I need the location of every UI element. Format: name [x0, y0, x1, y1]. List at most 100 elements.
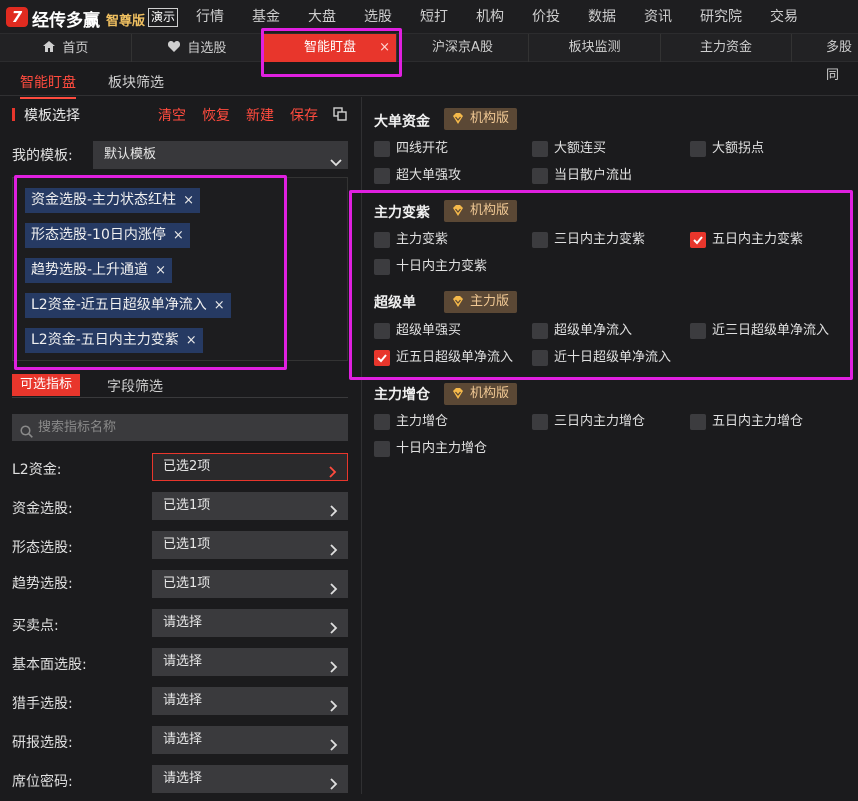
edition-label: 智尊版: [106, 14, 146, 29]
checkbox-item[interactable]: 超级单净流入: [532, 322, 632, 340]
filter-select-value: 已选1项: [163, 537, 211, 552]
menu-item-stock-picking[interactable]: 选股: [350, 0, 406, 34]
checkbox-box[interactable]: [532, 323, 548, 339]
menu-item-market[interactable]: 大盘: [294, 0, 350, 34]
checkbox-label: 十日内主力增仓: [396, 441, 488, 456]
filter-label-pattern-pick: 形态选股:: [12, 540, 73, 556]
remove-icon[interactable]: ×: [186, 333, 197, 348]
checkbox-box[interactable]: [374, 350, 390, 366]
filter-select-seat-code[interactable]: 请选择: [152, 765, 348, 793]
tab-main-funds[interactable]: 主力资金: [661, 34, 792, 62]
checkbox-item[interactable]: 三日内主力增仓: [532, 413, 645, 431]
tab-field-filter[interactable]: 字段筛选: [107, 376, 163, 396]
clear-button[interactable]: 清空: [158, 105, 186, 125]
checkbox-item[interactable]: 超级单强买: [374, 322, 461, 340]
checkbox-box[interactable]: [374, 168, 390, 184]
checkbox-box[interactable]: [532, 350, 548, 366]
checkbox-item[interactable]: 主力变紫: [374, 231, 448, 249]
remove-icon[interactable]: ×: [183, 193, 194, 208]
indicator-search-input[interactable]: 搜索指标名称: [12, 414, 348, 441]
tab-sector-monitor[interactable]: 板块监测: [529, 34, 661, 62]
checkbox-item[interactable]: 五日内主力变紫: [690, 231, 803, 249]
copy-icon[interactable]: [333, 106, 347, 121]
template-select[interactable]: 默认模板: [93, 141, 348, 169]
filter-select-buy-sell[interactable]: 请选择: [152, 609, 348, 637]
menu-item-news[interactable]: 资讯: [630, 0, 686, 34]
checkbox-box[interactable]: [374, 414, 390, 430]
checkbox-label: 超级单净流入: [554, 323, 633, 338]
menu-item-trade[interactable]: 交易: [756, 0, 812, 34]
tab-close-icon[interactable]: ×: [379, 34, 390, 62]
checkbox-box[interactable]: [374, 141, 390, 157]
checkbox-item[interactable]: 五日内主力增仓: [690, 413, 803, 431]
new-button[interactable]: 新建: [246, 105, 274, 125]
filter-select-value: 请选择: [163, 615, 203, 630]
menu-item-short-trade[interactable]: 短打: [406, 0, 462, 34]
checkbox-box[interactable]: [690, 323, 706, 339]
checkbox-box[interactable]: [532, 168, 548, 184]
filter-select-hunter[interactable]: 请选择: [152, 687, 348, 715]
menu-item-value-invest[interactable]: 价投: [518, 0, 574, 34]
menu-item-research[interactable]: 研究院: [686, 0, 756, 34]
chevron-right-icon: [330, 578, 338, 595]
checkbox-item[interactable]: 当日散户流出: [532, 167, 632, 185]
checkbox-item[interactable]: 近五日超级单净流入: [374, 349, 513, 367]
checkbox-box[interactable]: [374, 323, 390, 339]
filter-select-trend-pick[interactable]: 已选1项: [152, 570, 348, 598]
restore-button[interactable]: 恢复: [202, 105, 230, 125]
tab-watchlist[interactable]: 自选股: [132, 34, 263, 62]
filter-select-pattern-pick[interactable]: 已选1项: [152, 531, 348, 559]
demo-badge[interactable]: 演示: [148, 8, 179, 27]
checkbox-box[interactable]: [690, 232, 706, 248]
condition-chip: 形态选股-10日内涨停 ×: [25, 223, 190, 248]
checkbox-box[interactable]: [532, 414, 548, 430]
remove-icon[interactable]: ×: [155, 263, 166, 278]
my-template-label: 我的模板:: [12, 148, 73, 164]
filter-label-l2: L2资金:: [12, 462, 62, 478]
filter-select-fundamental[interactable]: 请选择: [152, 648, 348, 676]
checkbox-item[interactable]: 近三日超级单净流入: [690, 322, 829, 340]
save-button[interactable]: 保存: [290, 105, 318, 125]
subtab-smart-monitor[interactable]: 智能盯盘: [20, 72, 76, 99]
checkbox-item[interactable]: 十日内主力增仓: [374, 440, 487, 458]
checkbox-box[interactable]: [374, 441, 390, 457]
diamond-icon: [451, 204, 465, 218]
checkbox-box[interactable]: [532, 141, 548, 157]
filter-select-fund-pick[interactable]: 已选1项: [152, 492, 348, 520]
checkbox-label: 五日内主力变紫: [712, 232, 804, 247]
subtab-sector-filter[interactable]: 板块筛选: [108, 72, 164, 92]
checkbox-item[interactable]: 十日内主力变紫: [374, 258, 487, 276]
indicator-tabs: 可选指标 字段筛选: [12, 374, 348, 398]
checkbox-box[interactable]: [532, 232, 548, 248]
filter-select-research[interactable]: 请选择: [152, 726, 348, 754]
checkbox-box[interactable]: [374, 259, 390, 275]
right-panel: 大单资金 机构版 四线开花 大额连买 大额拐点 超大单强攻 当日散户流出 主力变…: [363, 97, 858, 794]
tab-a-shares[interactable]: 沪深京A股: [397, 34, 529, 62]
menu-item-data[interactable]: 数据: [574, 0, 630, 34]
checkbox-item[interactable]: 三日内主力变紫: [532, 231, 645, 249]
tab-available-indicators[interactable]: 可选指标: [12, 374, 81, 396]
checkbox-item[interactable]: 超大单强攻: [374, 167, 461, 185]
menu-item-funds[interactable]: 基金: [238, 0, 294, 34]
checkbox-box[interactable]: [374, 232, 390, 248]
checkbox-label: 三日内主力增仓: [554, 414, 646, 429]
tab-smart-monitor[interactable]: 智能盯盘 ×: [264, 34, 397, 62]
checkbox-box[interactable]: [690, 141, 706, 157]
checkbox-item[interactable]: 主力增仓: [374, 413, 448, 431]
checkbox-box[interactable]: [690, 414, 706, 430]
checkbox-item[interactable]: 大额拐点: [690, 140, 764, 158]
checkbox-item[interactable]: 四线开花: [374, 140, 448, 158]
checkbox-item[interactable]: 近十日超级单净流入: [532, 349, 671, 367]
menu-item-institutions[interactable]: 机构: [462, 0, 518, 34]
filter-label-fundamental: 基本面选股:: [12, 657, 87, 673]
filter-select-value: 请选择: [163, 771, 203, 786]
checkbox-label: 超级单强买: [396, 323, 462, 338]
checkbox-item[interactable]: 大额连买: [532, 140, 606, 158]
menu-item-quotes[interactable]: 行情: [182, 0, 238, 34]
filter-select-l2[interactable]: 已选2项: [152, 453, 348, 481]
remove-icon[interactable]: ×: [173, 228, 184, 243]
tab-multi-stock[interactable]: 多股同: [792, 34, 858, 83]
remove-icon[interactable]: ×: [214, 298, 225, 313]
filter-select-value: 请选择: [163, 693, 203, 708]
tab-home[interactable]: 首页: [0, 34, 132, 62]
